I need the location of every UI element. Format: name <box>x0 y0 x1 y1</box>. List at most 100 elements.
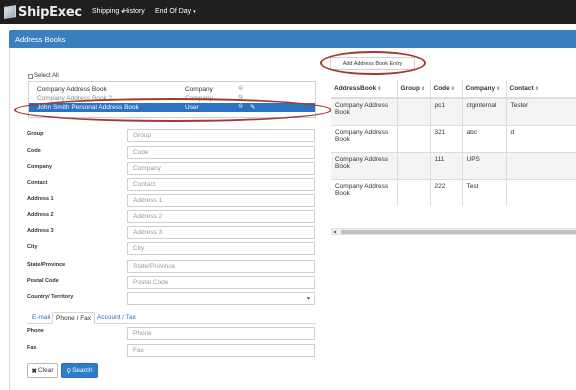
horizontal-scrollbar[interactable]: ◀ <box>331 228 576 235</box>
app-logo[interactable]: ShipExec <box>4 4 82 20</box>
cell-code: 321 <box>429 124 462 152</box>
select-all-label: Select All <box>34 73 59 79</box>
cell-company: UPS <box>461 151 506 179</box>
cell-addressbook: Company Address Book <box>331 124 397 152</box>
cell-contact <box>505 151 576 179</box>
address-book-list[interactable]: Company Address Book Company ⛗ Company A… <box>28 81 316 118</box>
sort-icon: ⬍ <box>450 86 455 92</box>
caret-down-icon: ▾ <box>193 9 196 15</box>
company-label: Company <box>27 164 53 170</box>
org-icon[interactable]: ⛗ <box>238 103 243 111</box>
city-label: City <box>27 244 38 250</box>
cell-code: 222 <box>429 178 462 206</box>
select-all[interactable]: Select All <box>28 73 59 79</box>
contact-field[interactable]: Contact <box>127 178 315 191</box>
results-table: AddressBook⬍ Group⬍ Code⬍ Company⬍ Conta… <box>331 80 576 206</box>
state-label: State/Province <box>27 262 66 268</box>
address-book-type: User <box>185 104 199 111</box>
address-book-item[interactable]: Company Address Book Company ⛗ <box>29 85 315 94</box>
code-field[interactable]: Code <box>127 146 315 159</box>
address1-field[interactable]: Address 1 <box>127 194 315 207</box>
x-icon: ✖ <box>31 367 37 375</box>
table-row[interactable]: Company Address Book 111 UPS <box>331 151 576 179</box>
address-book-name: John Smith Personal Address Book <box>37 104 139 111</box>
phone-label: Phone <box>27 328 44 334</box>
state-field[interactable]: State/Province <box>127 260 315 273</box>
address2-label: Address 2 <box>27 212 54 218</box>
company-field[interactable]: Company <box>127 162 315 175</box>
tab-account-tax[interactable]: Account / Tax <box>94 312 139 324</box>
select-all-checkbox[interactable] <box>28 73 33 79</box>
scroll-left-icon[interactable]: ◀ <box>333 229 336 234</box>
cell-addressbook: Company Address Book <box>331 151 397 179</box>
table-row[interactable]: Company Address Book pc1 ctginternal Tes… <box>331 97 576 125</box>
country-select[interactable]: ▼ <box>127 292 315 305</box>
group-field[interactable]: Group <box>127 129 315 142</box>
org-icon[interactable]: ⛗ <box>238 85 243 93</box>
cell-contact: Tester <box>505 97 576 125</box>
phone-field[interactable]: Phone <box>127 327 315 340</box>
fax-field[interactable]: Fax <box>127 344 315 357</box>
cell-contact: d <box>505 124 576 152</box>
table-header-row: AddressBook⬍ Group⬍ Code⬍ Company⬍ Conta… <box>331 80 576 99</box>
sort-icon: ⬍ <box>377 86 382 92</box>
column-header-addressbook[interactable]: AddressBook⬍ <box>331 80 397 99</box>
cell-addressbook: Company Address Book <box>331 178 397 206</box>
cell-group <box>396 151 430 179</box>
cell-contact <box>505 178 576 206</box>
cell-group <box>396 178 430 206</box>
sort-icon: ⬍ <box>421 86 426 92</box>
panel-title: Address Books <box>15 35 66 44</box>
address-book-type: Company <box>185 95 213 102</box>
code-label: Code <box>27 148 41 154</box>
address-book-item-selected[interactable]: John Smith Personal Address Book User ⛗ … <box>29 103 315 112</box>
city-field[interactable]: City <box>127 242 315 255</box>
column-header-code[interactable]: Code⬍ <box>429 80 462 99</box>
nav-history[interactable]: History <box>123 8 145 15</box>
address3-label: Address 3 <box>27 228 54 234</box>
logo-text: ShipExec <box>18 4 82 20</box>
cell-company: abc <box>461 124 506 152</box>
add-address-book-entry-button[interactable]: Add Address Book Entry <box>330 57 415 70</box>
scrollbar-thumb[interactable] <box>341 230 576 234</box>
tab-phone-fax[interactable]: Phone / Fax <box>52 312 96 324</box>
clear-button[interactable]: ✖ Clear <box>27 363 58 378</box>
cell-addressbook: Company Address Book <box>331 97 397 125</box>
top-navbar: ShipExec Shipping ▾ History End Of Day ▾ <box>0 0 576 24</box>
nav-end-of-day[interactable]: End Of Day ▾ <box>155 8 196 15</box>
search-icon: ⚲ <box>66 367 72 375</box>
fax-label: Fax <box>27 345 37 351</box>
cell-company: ctginternal <box>461 97 506 125</box>
panel-header: Address Books <box>9 30 576 48</box>
cell-code: pc1 <box>429 97 462 125</box>
cell-group <box>396 97 430 125</box>
contact-label: Contact <box>27 180 48 186</box>
address-book-name: Company Address Book <box>37 86 107 93</box>
address2-field[interactable]: Address 2 <box>127 210 315 223</box>
column-header-company[interactable]: Company⬍ <box>461 80 506 99</box>
column-header-group[interactable]: Group⬍ <box>396 80 430 99</box>
cell-group <box>396 124 430 152</box>
postal-code-field[interactable]: Postal Code <box>127 276 315 289</box>
address-book-type: Company <box>185 86 213 93</box>
column-header-contact[interactable]: Contact⬍ <box>505 80 576 99</box>
address-book-name: Company Address Book 2 <box>37 95 113 102</box>
cell-code: 111 <box>429 151 462 179</box>
cell-company: Test <box>461 178 506 206</box>
group-label: Group <box>27 131 44 137</box>
table-row[interactable]: Company Address Book 321 abc d <box>331 124 576 152</box>
org-icon[interactable]: ⛗ <box>238 94 243 102</box>
sort-icon: ⬍ <box>534 86 539 92</box>
address-book-item[interactable]: Company Address Book 2 Company ⛗ <box>29 94 315 103</box>
sort-icon: ⬍ <box>496 86 501 92</box>
postal-code-label: Postal Code <box>27 278 59 284</box>
nav-shipping[interactable]: Shipping ▾ <box>92 8 124 15</box>
table-row[interactable]: Company Address Book 222 Test <box>331 178 576 206</box>
logo-cube-icon <box>4 5 16 19</box>
address1-label: Address 1 <box>27 196 54 202</box>
tab-email[interactable]: E-mail <box>29 312 53 324</box>
search-button[interactable]: ⚲ Search <box>61 363 98 378</box>
chevron-down-icon: ▼ <box>306 296 311 302</box>
address3-field[interactable]: Address 3 <box>127 226 315 239</box>
pencil-square-icon[interactable]: ✎ <box>250 103 255 111</box>
